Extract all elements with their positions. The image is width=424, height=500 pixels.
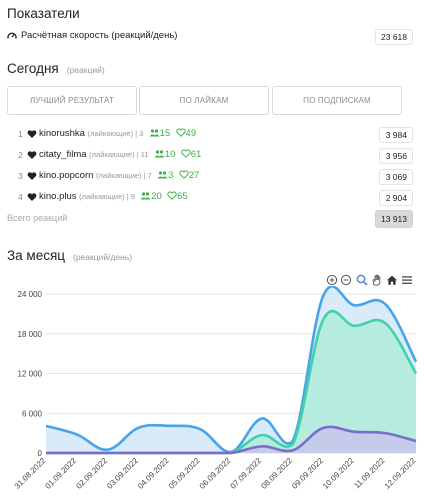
month-title-text: За месяц [7,248,65,263]
x-tick-label: 11.09.2022 [352,456,387,491]
total-row: Всего реакций 13 913 [7,210,413,228]
heart-icon [27,193,37,201]
heart-outline-icon [179,170,189,179]
today-tabs: ЛУЧШИЙ РЕЗУЛЬТАТ ПО ЛАЙКАМ ПО ПОДПИСКАМ [7,86,403,115]
subs-count: 10 [151,149,175,160]
subs-value: 20 [151,191,162,202]
zoom-in-icon[interactable] [326,273,338,286]
y-tick-label: 24 000 [18,290,43,299]
likes-value: 65 [177,191,188,202]
likes-value: 49 [185,128,197,139]
home-icon[interactable] [386,273,398,285]
x-tick-label: 07.09.2022 [229,456,264,491]
x-tick-label: 02.09.2022 [74,456,109,491]
y-tick-label: 18 000 [18,330,43,339]
month-title: За месяц (реакций/день) [7,248,132,263]
users-icon [154,150,165,158]
today-subtitle: (реакций) [66,65,105,75]
x-tick-label: 04.09.2022 [136,456,171,491]
likes-count: 61 [178,149,201,160]
account-entry: kino.popcorn (лайкающие) | 7 3 27 [39,170,199,181]
x-tick-label: 12.09.2022 [383,456,418,491]
row-value: 3 956 [379,148,413,164]
account-name[interactable]: kino.plus [39,191,77,202]
heart-outline-icon [181,149,191,158]
account-entry: kino.plus (лайкающие) | 9 20 65 [39,191,188,202]
subs-count: 20 [138,191,162,202]
chart-toolbar [326,273,416,287]
likes-count: 65 [164,191,188,202]
speed-label: Расчётная скорость (реакций/день) [21,30,178,41]
x-tick-label: 31.08.2022 [13,456,48,491]
subs-count: 3 [154,170,173,181]
x-tick-label: 03.09.2022 [105,456,140,491]
month-subtitle: (реакций/день) [73,252,133,262]
row-value: 2 904 [379,190,413,206]
gauge-icon [7,32,17,39]
y-tick-label: 6 000 [22,409,43,418]
account-name[interactable]: kinorushka [39,128,85,139]
speed-row: Расчётная скорость (реакций/день) 23 618 [7,29,413,45]
zoom-out-icon[interactable] [340,273,352,286]
account-entry: kinorushka (лайкающие) | 3 15 49 [39,128,196,139]
total-label: Всего реакций [7,213,68,223]
heart-icon [27,151,37,159]
heart-icon [27,172,37,180]
x-tick-label: 05.09.2022 [167,456,202,491]
list-item[interactable]: 3 kino.popcorn (лайкающие) | 7 3 27 3 06… [7,169,413,185]
total-value: 13 913 [375,210,413,228]
x-tick-label: 06.09.2022 [198,456,233,491]
subs-value: 3 [168,170,174,181]
x-tick-label: 01.09.2022 [44,456,79,491]
list-item[interactable]: 1 kinorushka (лайкающие) | 3 15 49 3 984 [7,127,413,143]
heart-icon [27,130,37,138]
indicators-title: Показатели [7,6,80,21]
list-item[interactable]: 2 citaty_filma (лайкающие) | 11 10 61 3 … [7,148,413,164]
users-icon [157,171,168,179]
row-value: 3 984 [379,127,413,143]
today-title-text: Сегодня [7,61,59,76]
account-name[interactable]: citaty_filma [39,149,87,160]
account-entry: citaty_filma (лайкающие) | 11 10 61 [39,149,201,160]
today-title: Сегодня (реакций) [7,61,105,76]
tab-by-likes[interactable]: ПО ЛАЙКАМ [139,86,269,115]
tab-by-subscriptions[interactable]: ПО ПОДПИСКАМ [272,86,402,115]
rank-number: 4 [18,192,23,202]
likes-count: 49 [173,128,196,139]
y-tick-label: 12 000 [18,370,43,379]
account-tag: (лайкающие) | 11 [89,150,149,159]
heart-outline-icon [167,191,177,200]
x-tick-label: 09.09.2022 [290,456,325,491]
rank-number: 2 [18,150,23,160]
account-tag: (лайкающие) | 3 [87,129,144,138]
list-item[interactable]: 4 kino.plus (лайкающие) | 9 20 65 2 904 [7,190,413,206]
menu-icon[interactable] [401,273,413,285]
account-tag: (лайкающие) | 9 [79,192,135,201]
rank-number: 3 [18,171,23,181]
likes-count: 27 [176,170,199,181]
row-value: 3 069 [379,169,413,185]
account-name[interactable]: kino.popcorn [39,170,93,181]
account-tag: (лайкающие) | 7 [96,171,152,180]
speed-value: 23 618 [375,29,413,45]
pan-hand-icon[interactable] [371,273,383,286]
subs-value: 15 [159,128,171,139]
users-icon [149,129,160,137]
subs-value: 10 [164,149,176,160]
likes-value: 27 [188,170,200,181]
users-icon [140,192,151,200]
month-chart: 24 00018 00012 0006 000031.08.202201.09.… [13,286,418,491]
x-tick-label: 08.09.2022 [259,456,294,491]
heart-outline-icon [175,128,186,137]
x-tick-label: 10.09.2022 [321,456,356,491]
tab-best-result[interactable]: ЛУЧШИЙ РЕЗУЛЬТАТ [7,86,137,115]
rank-number: 1 [18,129,23,139]
likes-value: 61 [190,149,202,160]
subs-count: 15 [146,128,170,139]
magnifier-icon[interactable] [356,273,368,286]
